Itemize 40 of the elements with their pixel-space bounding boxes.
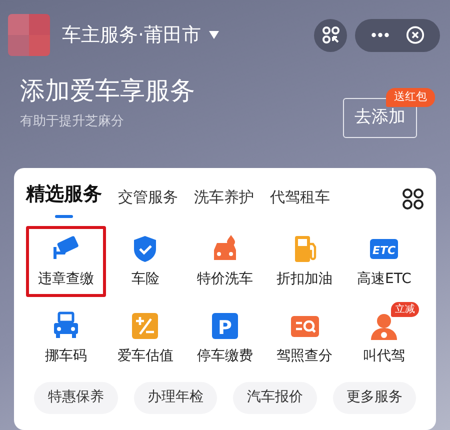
shortcut-button[interactable]: 特惠保养 [34, 382, 118, 414]
service-item[interactable]: 立减 叫代驾 [344, 302, 424, 374]
scan-button[interactable] [314, 18, 347, 52]
dropdown-caret-icon[interactable] [209, 31, 220, 39]
service-label: 车险 [131, 270, 160, 288]
scan-icon [322, 26, 340, 44]
service-label: 叫代驾 [363, 346, 406, 366]
service-item[interactable]: 爱车估值 [106, 302, 186, 374]
promo-subtitle: 有助于提升芝麻分 [20, 113, 125, 131]
shortcut-button[interactable]: 汽车报价 [233, 382, 316, 414]
service-item[interactable]: P 停车缴费 [185, 302, 265, 374]
service-item[interactable]: 挪车码 [26, 302, 106, 374]
service-item[interactable]: 车险 [106, 226, 186, 296]
service-item[interactable]: 特价洗车 [185, 226, 265, 296]
page-title: 车主服务·莆田市 [62, 22, 202, 48]
promo-badge: 送红包 [386, 88, 435, 106]
shortcut-button[interactable]: 更多服务 [332, 382, 416, 414]
close-icon[interactable] [406, 25, 424, 45]
more-icon[interactable] [371, 32, 390, 38]
category-tab[interactable]: 精选服务 [26, 180, 102, 218]
shortcut-button[interactable]: 办理年检 [134, 382, 217, 414]
discount-badge: 立减 [390, 302, 419, 316]
service-label: 折扣加油 [276, 270, 333, 288]
promo-heading: 添加爱车享服务 [20, 76, 195, 106]
service-item[interactable]: 违章查缴 [26, 226, 106, 296]
category-tab[interactable]: 洗车养护 [194, 186, 254, 218]
service-label: 停车缴费 [196, 346, 253, 366]
service-label: 驾照查分 [276, 346, 333, 366]
all-categories-icon[interactable] [402, 188, 424, 210]
service-label: 违章查缴 [38, 270, 94, 288]
service-item[interactable]: ETC 高速ETC [344, 226, 424, 296]
avatar [8, 14, 50, 56]
service-label: 挪车码 [44, 346, 87, 366]
category-tab[interactable]: 代驾租车 [270, 186, 330, 218]
category-tab[interactable]: 交管服务 [118, 186, 178, 218]
service-label: 高速ETC [357, 270, 412, 288]
service-label: 爱车估值 [117, 346, 174, 366]
service-item[interactable]: 驾照查分 [264, 302, 344, 374]
service-item[interactable]: 折扣加油 [264, 226, 344, 296]
service-label: 特价洗车 [196, 270, 253, 288]
